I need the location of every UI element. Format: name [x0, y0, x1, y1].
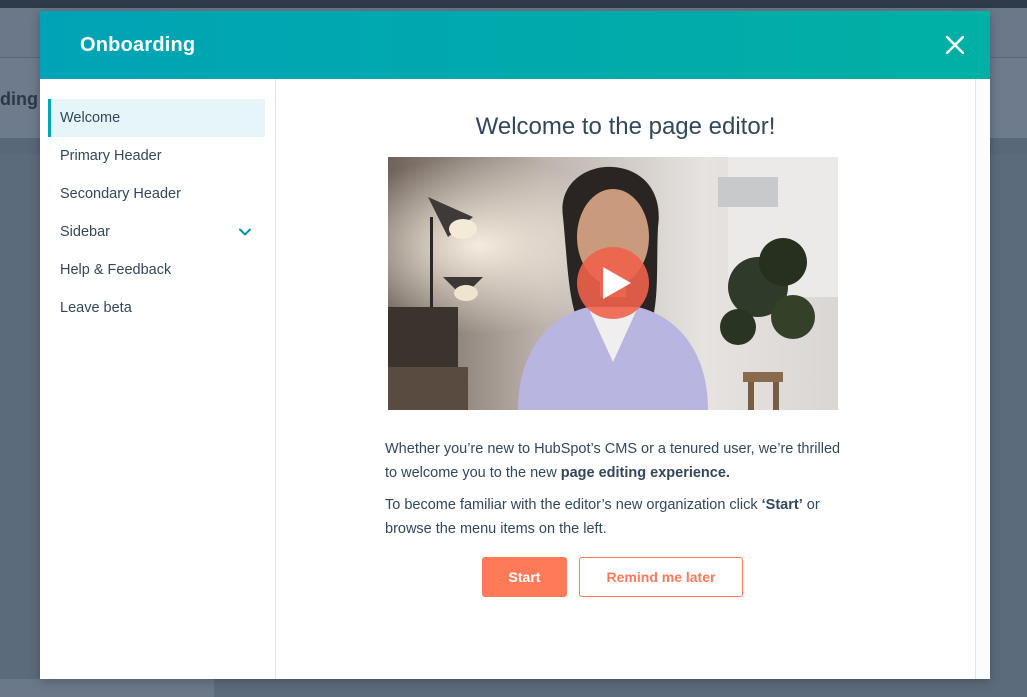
background-bottom-panel [0, 679, 214, 697]
onboarding-modal: Onboarding Welcome Primary Header Second… [40, 11, 990, 679]
intro-highlight: page editing experience. [560, 465, 730, 481]
remind-me-later-button[interactable]: Remind me later [579, 557, 743, 597]
content-scrollbar[interactable] [975, 79, 990, 679]
welcome-video[interactable] [388, 157, 838, 410]
close-button[interactable] [942, 32, 968, 58]
instructions-paragraph: To become familiar with the editor’s new… [385, 493, 855, 541]
background-topbar [0, 0, 1027, 8]
page-title: Welcome to the page editor! [475, 113, 776, 140]
modal-header: Onboarding [40, 11, 990, 79]
sidebar-item-welcome[interactable]: Welcome [48, 99, 265, 137]
play-icon[interactable] [577, 247, 649, 319]
sidebar-item-sidebar[interactable]: Sidebar [48, 213, 265, 251]
sidebar-item-label: Secondary Header [60, 186, 181, 202]
sidebar-item-secondary-header[interactable]: Secondary Header [48, 175, 265, 213]
action-buttons: Start Remind me later [482, 557, 743, 597]
sidebar-item-label: Help & Feedback [60, 262, 172, 278]
onboarding-content: Welcome to the page editor! Whether you’… [276, 79, 975, 679]
close-icon [946, 36, 964, 54]
start-button[interactable]: Start [482, 557, 567, 597]
sidebar-item-label: Sidebar [60, 224, 110, 240]
sidebar-item-label: Primary Header [60, 148, 162, 164]
instructions-highlight: ‘Start’ [761, 497, 803, 513]
sidebar-item-label: Leave beta [60, 300, 132, 316]
sidebar-item-label: Welcome [60, 110, 121, 126]
sidebar-item-help-feedback[interactable]: Help & Feedback [48, 251, 265, 289]
instructions-text: To become familiar with the editor’s new… [385, 497, 762, 513]
onboarding-sidebar: Welcome Primary Header Secondary Header … [40, 79, 276, 679]
chevron-down-icon[interactable] [237, 224, 253, 240]
sidebar-item-primary-header[interactable]: Primary Header [48, 137, 265, 175]
intro-paragraph: Whether you’re new to HubSpot’s CMS or a… [385, 437, 855, 485]
sidebar-item-leave-beta[interactable]: Leave beta [48, 289, 265, 327]
modal-title: Onboarding [80, 33, 196, 56]
